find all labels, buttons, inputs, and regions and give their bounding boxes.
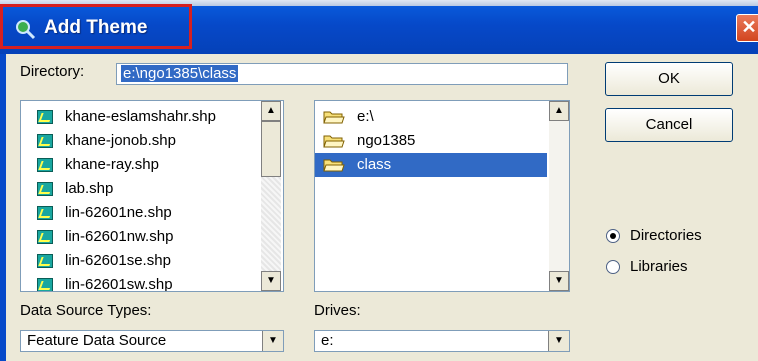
file-name: lin-62601sw.shp	[65, 276, 173, 292]
file-name: khane-jonob.shp	[65, 132, 176, 149]
file-name: lin-62601se.shp	[65, 252, 171, 269]
shapefile-icon	[37, 182, 53, 196]
folder-list-item[interactable]: ngo1385	[315, 129, 547, 153]
file-list-item[interactable]: lab.shp	[21, 177, 261, 201]
drives-label: Drives:	[314, 302, 361, 319]
radio-label: Directories	[630, 227, 702, 244]
folder-list[interactable]: e:\ ngo1385 class ▲ ▼	[314, 100, 570, 292]
file-name: khane-ray.shp	[65, 156, 159, 173]
close-button[interactable]: ✕	[736, 14, 758, 42]
radio-label: Libraries	[630, 258, 688, 275]
scroll-down-icon[interactable]: ▼	[549, 271, 569, 291]
radio-directories[interactable]	[606, 229, 620, 243]
file-name: khane-eslamshahr.shp	[65, 108, 216, 125]
scroll-up-icon[interactable]: ▲	[549, 101, 569, 121]
scroll-thumb[interactable]	[261, 121, 281, 177]
directory-label: Directory:	[20, 63, 85, 80]
open-folder-icon	[323, 111, 345, 124]
shapefile-icon	[37, 206, 53, 220]
scroll-down-icon[interactable]: ▼	[261, 271, 281, 291]
folder-list-item[interactable]: class	[315, 153, 547, 177]
data-source-types-label: Data Source Types:	[20, 302, 152, 319]
file-list[interactable]: khane-eslamshahr.shp khane-jonob.shp khane…	[20, 100, 284, 292]
file-list-scrollbar[interactable]: ▲ ▼	[261, 101, 281, 291]
file-name: lin-62601ne.shp	[65, 204, 172, 221]
folder-list-scrollbar[interactable]: ▲ ▼	[549, 101, 569, 291]
drives-select[interactable]: e: ▼	[314, 330, 570, 352]
file-list-item[interactable]: lin-62601nw.shp	[21, 225, 261, 249]
file-list-item[interactable]: khane-eslamshahr.shp	[21, 105, 261, 129]
file-list-item[interactable]: khane-jonob.shp	[21, 129, 261, 153]
title-highlight-box	[0, 4, 192, 49]
scroll-up-icon[interactable]: ▲	[261, 101, 281, 121]
chevron-down-icon[interactable]: ▼	[262, 331, 283, 351]
file-list-item[interactable]: lin-62601ne.shp	[21, 201, 261, 225]
file-name: lab.shp	[65, 180, 114, 197]
shapefile-icon	[37, 134, 53, 148]
shapefile-icon	[37, 254, 53, 268]
folder-name: class	[357, 156, 392, 173]
shapefile-icon	[37, 110, 53, 124]
shapefile-icon	[37, 278, 53, 291]
open-folder-icon	[323, 135, 345, 148]
ok-button[interactable]: OK	[605, 62, 733, 96]
chevron-down-icon[interactable]: ▼	[548, 331, 569, 351]
shapefile-icon	[37, 158, 53, 172]
window-border-left	[0, 54, 6, 361]
cancel-button[interactable]: Cancel	[605, 108, 733, 142]
folder-list-item[interactable]: e:\	[315, 105, 547, 129]
file-list-item[interactable]: lin-62601sw.shp	[21, 273, 261, 292]
directory-field[interactable]: e:\ngo1385\class	[116, 63, 568, 85]
shapefile-icon	[37, 230, 53, 244]
data-source-types-value: Feature Data Source	[27, 332, 167, 349]
directory-value: e:\ngo1385\class	[121, 65, 239, 82]
file-list-item[interactable]: lin-62601se.shp	[21, 249, 261, 273]
folder-name: e:\	[357, 108, 374, 125]
open-folder-icon	[323, 159, 345, 172]
drives-value: e:	[321, 332, 334, 349]
file-name: lin-62601nw.shp	[65, 228, 174, 245]
radio-libraries[interactable]	[606, 260, 620, 274]
folder-name: ngo1385	[357, 132, 416, 149]
file-list-item[interactable]: khane-ray.shp	[21, 153, 261, 177]
data-source-types-select[interactable]: Feature Data Source ▼	[20, 330, 284, 352]
